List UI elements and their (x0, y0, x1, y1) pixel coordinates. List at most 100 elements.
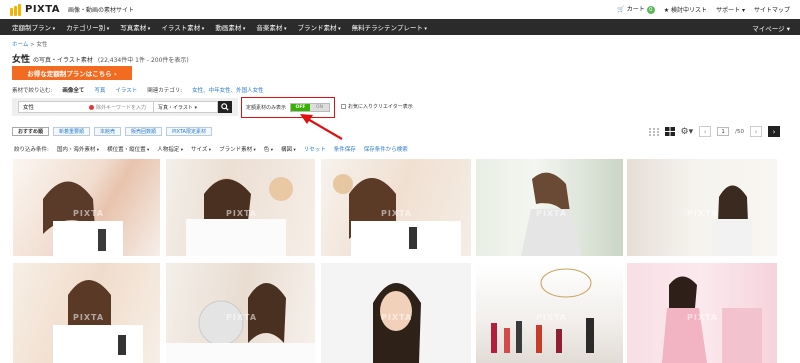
search-box: 女性 除外キーワードを入力 写真・イラスト ▾ (18, 101, 218, 113)
tab-unsold[interactable]: 本館売 (94, 127, 122, 136)
filter-bar: 絞り込み条件: 国内・海外素材 横位置・縦位置 人物指定 サイズ ブランド素材 … (14, 145, 408, 153)
mypage-link[interactable]: マイページ ▾ (752, 23, 790, 33)
photo-thumb[interactable]: PIXTA (476, 159, 623, 256)
subscription-toggle[interactable]: OFF ON (290, 103, 330, 112)
nav-item-flyer[interactable]: 無料チラシテンプレート (352, 22, 427, 32)
filter-domestic[interactable]: 国内・海外素材 (57, 145, 99, 153)
nav-item-brand[interactable]: ブランド素材 (298, 22, 341, 32)
pixta-logo[interactable]: PIXTA (10, 3, 61, 16)
breadcrumb-home[interactable]: ホーム (12, 42, 28, 48)
material-filter-line: 素材で絞り込む: 画像全て 写真 イラスト 関連カテゴリ: 女性、中年女性、外国… (12, 86, 264, 94)
search-input[interactable]: 女性 (23, 103, 89, 111)
search-bar: 女性 除外キーワードを入力 写真・イラスト ▾ (12, 98, 238, 116)
nav-item-illust[interactable]: イラスト素材 (161, 22, 204, 32)
related-category-label: 関連カテゴリ: (147, 88, 183, 94)
filter-label: 絞り込み条件: (14, 147, 49, 153)
next-page-button[interactable]: › (768, 126, 780, 137)
nav-item-plan[interactable]: 定額制プラン (12, 22, 55, 32)
related-category-links[interactable]: 女性、中年女性、外国人女性 (192, 86, 264, 94)
gear-icon[interactable]: ⚙▾ (681, 127, 694, 137)
nav-item-music[interactable]: 音楽素材 (256, 22, 286, 32)
photo-thumb[interactable]: PIXTA (476, 263, 623, 363)
photo-thumb[interactable]: PIXTA (321, 263, 471, 363)
favorite-creator-label: お気に入りクリエイター表示 (348, 104, 413, 110)
favorite-creator-checkbox[interactable]: お気に入りクリエイター表示 (341, 103, 413, 110)
watermark: PIXTA (73, 313, 105, 322)
material-filter-all[interactable]: 画像全て (62, 86, 84, 94)
wishlist-link[interactable]: ★ 検討中リスト (664, 5, 707, 14)
photo-thumb[interactable]: PIXTA (321, 159, 471, 256)
breadcrumb: ホーム > 女性 (12, 40, 47, 48)
toggle-off-option[interactable]: OFF (291, 104, 310, 111)
photo-thumb[interactable]: PIXTA (166, 263, 315, 363)
sitemap-link[interactable]: サイトマップ (754, 5, 790, 14)
cart-label: カート (626, 6, 645, 13)
search-button[interactable] (218, 101, 232, 113)
photo-woman-icon (521, 172, 581, 256)
exclude-icon (89, 104, 94, 110)
view-controls: ⚙▾ ‹ 1 /50 ‹ › (648, 126, 780, 137)
wishlist-label: 検討中リスト (671, 6, 708, 14)
cart-link[interactable]: 🛒 カート 0 (617, 4, 655, 14)
prev-arrow-button[interactable]: ‹ (750, 126, 762, 137)
page-title-suffix: の写真・イラスト素材 (33, 57, 93, 64)
result-count: (22,434件中 1件 - 200件を表示) (97, 57, 189, 64)
tab-recommended[interactable]: おすすめ順 (12, 127, 50, 136)
tab-pixta-only[interactable]: PIXTA限定素材 (166, 127, 212, 136)
filter-brand[interactable]: ブランド素材 (219, 145, 256, 153)
page-title: 女性 の写真・イラスト素材 (22,434件中 1件 - 200件を表示) (12, 52, 189, 65)
filter-save-link[interactable]: 条件保存 (334, 145, 356, 153)
nav-item-video[interactable]: 動画素材 (215, 22, 245, 32)
promo-button[interactable]: お得な定額制プランはこちら › (12, 66, 132, 80)
watermark: PIXTA (536, 209, 568, 218)
photo-thumb[interactable]: PIXTA (13, 263, 160, 363)
filter-size[interactable]: サイズ (191, 145, 211, 153)
watermark: PIXTA (687, 209, 719, 218)
material-filter-label: 素材で絞り込む: (12, 88, 53, 94)
material-filter-photo[interactable]: 写真 (94, 86, 105, 94)
page-number-input[interactable]: 1 (717, 127, 730, 136)
top-bar: PIXTA 画像・動画の素材サイト 🛒 カート 0 ★ 検討中リスト サポート ▾… (0, 0, 800, 19)
watermark: PIXTA (226, 209, 258, 218)
breadcrumb-current: 女性 (36, 42, 48, 48)
page-title-text: 女性 (12, 55, 31, 65)
photo-woman-icon (186, 177, 293, 256)
support-link[interactable]: サポート ▾ (716, 5, 745, 14)
exclude-keyword-input[interactable]: 除外キーワードを入力 (89, 104, 153, 111)
photo-thumb[interactable]: PIXTA (627, 263, 777, 363)
grid-small-icon[interactable] (648, 127, 659, 136)
filter-orientation[interactable]: 横位置・縦位置 (107, 145, 149, 153)
watermark: PIXTA (73, 209, 105, 218)
prev-page-button[interactable]: ‹ (699, 126, 712, 137)
tab-sales[interactable]: 販売回数順 (125, 127, 163, 136)
watermark: PIXTA (687, 313, 719, 322)
toggle-on-option[interactable]: ON (310, 104, 329, 111)
filter-reset-link[interactable]: リセット (304, 145, 326, 153)
search-type-select[interactable]: 写真・イラスト ▾ (153, 102, 207, 112)
photo-thumb[interactable]: PIXTA (627, 159, 777, 256)
subscription-toggle-label: 定額素材のみ表示 (246, 105, 287, 111)
tab-new[interactable]: 新着重要順 (53, 127, 91, 136)
exclude-placeholder: 除外キーワードを入力 (96, 104, 147, 111)
sort-tabs: おすすめ順 新着重要順 本館売 販売回数順 PIXTA限定素材 (12, 127, 212, 136)
search-icon (221, 103, 229, 111)
photo-thumb[interactable]: PIXTA (13, 159, 160, 256)
nav-item-photo[interactable]: 写真素材 (120, 22, 150, 32)
photo-woman-icon (712, 185, 752, 256)
logo-text: PIXTA (25, 4, 61, 15)
filter-composition[interactable]: 構図 (281, 145, 296, 153)
nav-item-category[interactable]: カテゴリー別 (66, 22, 109, 32)
watermark: PIXTA (226, 313, 258, 322)
grid-large-icon[interactable] (664, 127, 675, 136)
watermark: PIXTA (381, 313, 413, 322)
photo-thumb[interactable]: PIXTA (166, 159, 315, 256)
photo-woman-icon (333, 174, 461, 256)
page-total: /50 (735, 128, 744, 135)
filter-saved-search-link[interactable]: 保存条件から検索 (364, 145, 408, 153)
cart-count-badge: 0 (646, 6, 655, 14)
watermark: PIXTA (381, 209, 413, 218)
filter-people[interactable]: 人物指定 (157, 145, 183, 153)
material-filter-illust[interactable]: イラスト (115, 86, 137, 94)
filter-color[interactable]: 色 (264, 145, 273, 153)
main-nav: 定額制プラン カテゴリー別 写真素材 イラスト素材 動画素材 音楽素材 ブランド… (0, 19, 800, 35)
